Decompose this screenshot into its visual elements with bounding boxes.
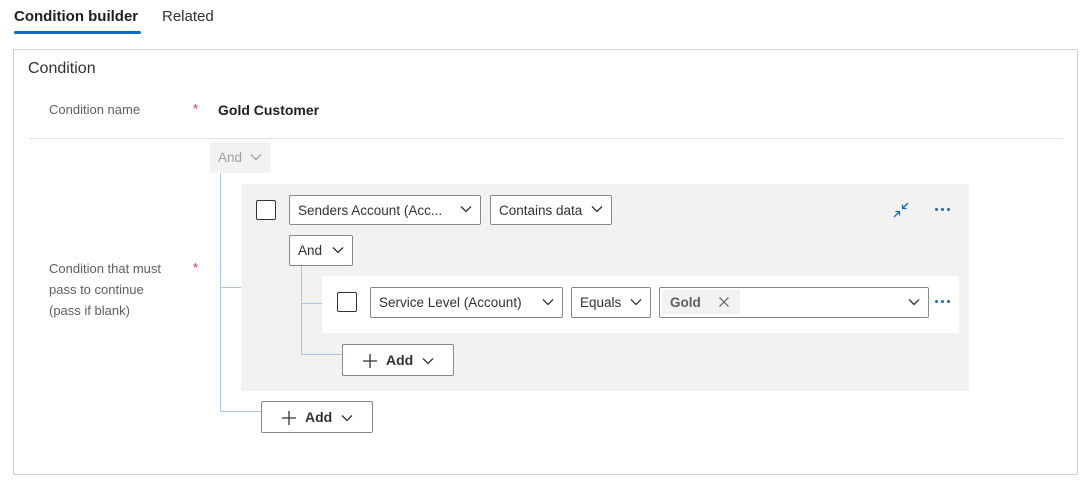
required-marker: * [193,260,199,275]
group-sub-operator-value: And [298,243,323,258]
row-operator-value: Equals [580,295,622,310]
group-sub-operator-select[interactable]: And [289,235,353,266]
row-operator-select[interactable]: Equals [571,287,651,318]
active-tab-indicator [14,31,141,34]
value-tag: Gold [662,290,740,314]
chevron-down-icon [908,298,920,305]
tree-connector [301,354,342,355]
chevron-down-icon [250,153,262,160]
group-add-label: Add [386,352,414,368]
row-field-select[interactable]: Service Level (Account) [370,287,563,318]
group-operator-select[interactable]: Contains data [490,195,612,225]
group-add-button[interactable]: Add [342,344,454,376]
add-condition-button[interactable]: Add [261,401,373,433]
plus-icon [363,354,377,368]
close-icon[interactable] [718,296,730,308]
chevron-down-icon [591,206,603,213]
group-field-value: Senders Account (Acc... [298,202,443,218]
divider [29,138,1063,139]
chevron-down-icon [341,415,353,422]
group-field-select[interactable]: Senders Account (Acc... [289,195,481,225]
add-condition-label: Add [305,409,333,425]
more-options-icon[interactable] [935,208,950,211]
row-select-checkbox[interactable] [337,292,357,312]
more-options-icon[interactable] [935,300,950,303]
root-operator-select[interactable]: And [210,142,271,173]
row-field-value: Service Level (Account) [379,295,522,310]
group-operator-value: Contains data [499,202,583,218]
group-select-checkbox[interactable] [256,200,276,220]
tab-condition-builder[interactable]: Condition builder [14,8,138,26]
chevron-down-icon [460,206,472,213]
tree-connector [220,173,221,412]
tree-connector [220,287,241,288]
section-title: Condition [28,60,96,77]
required-marker: * [193,101,199,116]
chevron-down-icon [630,298,642,305]
tree-connector [220,411,261,412]
root-operator-value: And [218,150,243,165]
tree-connector [301,266,302,355]
condition-rule-label: Condition that must pass to continue (pa… [49,258,161,321]
condition-rule-label-line: pass to continue [49,282,144,297]
tree-connector [301,303,322,304]
chevron-down-icon [332,246,344,253]
condition-rule-label-line: Condition that must [49,261,162,276]
condition-rule-label-line: (pass if blank) [49,303,130,318]
chevron-down-icon [422,358,434,365]
value-tag-label: Gold [670,294,701,310]
collapse-icon[interactable] [892,201,910,219]
tab-related[interactable]: Related [162,8,214,26]
chevron-down-icon [542,298,554,305]
plus-icon [282,411,296,425]
condition-name-label: Condition name [49,102,141,117]
condition-name-field[interactable]: Gold Customer [218,102,319,118]
